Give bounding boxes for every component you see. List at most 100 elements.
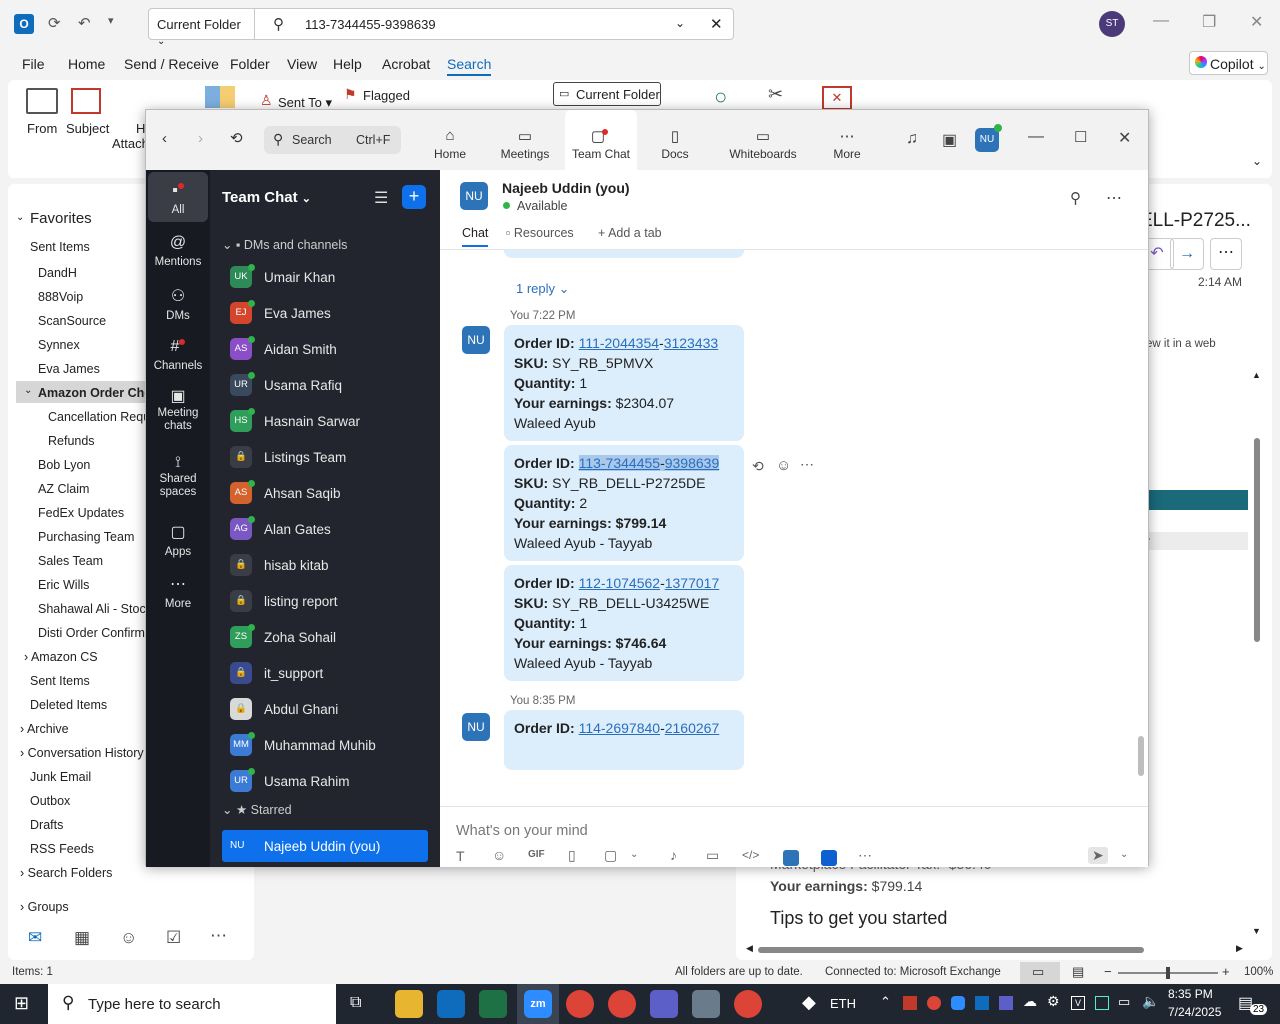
chrome-profile-icon[interactable] <box>608 990 636 1018</box>
menu-help[interactable]: Help <box>333 56 362 72</box>
zoom-out-icon[interactable]: − <box>1104 964 1112 979</box>
h-scroll-thumb[interactable] <box>758 947 1144 953</box>
tray-chevron-icon[interactable]: ⌃ <box>880 994 891 1010</box>
tab-meetings[interactable]: ▭ Meetings <box>494 110 556 170</box>
order-link-part[interactable]: 2160267 <box>665 720 720 736</box>
close-icon[interactable]: ✕ <box>1118 128 1131 148</box>
order-link-part-highlighted[interactable]: 9398639 <box>664 455 720 471</box>
outlook-search-input[interactable]: ⚲ 113-7344455-9398639 ⌄ ✕ <box>255 8 734 40</box>
acrobat-tray-icon[interactable] <box>903 996 917 1010</box>
order-link-part[interactable]: 112-1074562 <box>579 575 660 591</box>
folder-item-expandable[interactable]: › Amazon CS <box>24 650 98 664</box>
excel-taskbar-icon[interactable] <box>479 990 507 1018</box>
message-scroll-thumb[interactable] <box>1138 736 1144 776</box>
subtab-resources[interactable]: ▫ Resources <box>506 226 574 240</box>
close-search-icon[interactable]: ✕ <box>822 86 852 110</box>
rail-more[interactable]: ⋯ More <box>146 574 210 610</box>
chrome-profile-2-icon[interactable] <box>734 990 762 1018</box>
new-chat-button[interactable]: + <box>402 185 426 209</box>
chrome-tray-icon[interactable] <box>927 996 941 1010</box>
chat-list-item[interactable]: UK Umair Khan <box>222 261 428 295</box>
security-icon[interactable]: ⚙ <box>1047 993 1060 1010</box>
reading-view-icon[interactable]: ▤ <box>1072 964 1084 980</box>
chat-list-item[interactable]: UR Usama Rafiq <box>222 369 428 403</box>
taskbar-clock[interactable]: 8:35 PM <box>1168 987 1213 1001</box>
reply-in-thread-icon[interactable]: ⟲ <box>752 458 764 475</box>
search-tools-icon[interactable]: ✂ <box>768 84 783 105</box>
chat-list-item[interactable]: AG Alan Gates <box>222 513 428 547</box>
rail-meeting-chats[interactable]: ▣ Meeting chats <box>146 389 210 433</box>
scroll-thumb[interactable] <box>1254 438 1260 642</box>
filter-icon[interactable]: ☰ <box>374 188 388 208</box>
folder-item[interactable]: Synnex <box>38 338 80 352</box>
forward-icon[interactable]: → <box>1170 238 1204 270</box>
chat-list-item[interactable]: EJ Eva James <box>222 297 428 331</box>
teams-tray-icon[interactable] <box>999 996 1013 1010</box>
scroll-left-icon[interactable]: ◀ <box>746 943 753 954</box>
outlook-tray-icon[interactable] <box>975 996 989 1010</box>
scroll-right-icon[interactable]: ▶ <box>1236 943 1243 954</box>
folder-item[interactable]: Sales Team <box>38 554 103 568</box>
folder-item[interactable]: Outbox <box>30 794 70 808</box>
folder-item[interactable]: Amazon Order Cho <box>38 386 152 400</box>
reading-scrollbar[interactable]: ▲ ▼ <box>1252 370 1262 942</box>
sync-icon[interactable]: ⟳ <box>48 14 61 32</box>
chat-list-item[interactable]: ZS Zoha Sohail <box>222 621 428 655</box>
message-bubble[interactable]: Order ID: 112-1074562-1377017 SKU: SY_RB… <box>504 565 744 681</box>
clear-search-icon[interactable]: ✕ <box>710 15 723 33</box>
taskbar-date[interactable]: 7/24/2025 <box>1168 1005 1221 1019</box>
minimize-icon[interactable]: — <box>1028 128 1044 146</box>
tab-team-chat[interactable]: ▢ Team Chat <box>565 110 637 170</box>
search-people-icon[interactable]: ○ <box>714 84 727 110</box>
tab-home[interactable]: ⌂ Home <box>426 110 474 170</box>
zoom-tray-icon[interactable] <box>951 996 965 1010</box>
message-bubble[interactable]: Order ID: 113-7344455-9398639 SKU: SY_RB… <box>504 445 744 561</box>
message-scrollbar[interactable] <box>1138 250 1144 806</box>
calculator-icon[interactable] <box>692 990 720 1018</box>
teams-icon[interactable] <box>650 990 678 1018</box>
rail-dms[interactable]: ⚇ DMs <box>146 286 210 322</box>
folder-item[interactable]: DandH <box>38 266 77 280</box>
folder-item[interactable]: Sent Items <box>30 674 90 688</box>
search-options-chevron-icon[interactable]: ⌄ <box>675 16 685 30</box>
folder-item[interactable]: Junk Email <box>30 770 91 784</box>
calendar-icon[interactable]: ▦ <box>74 928 90 948</box>
conversation-avatar[interactable]: NU <box>460 182 488 210</box>
folder-item[interactable]: Drafts <box>30 818 63 832</box>
order-link-part-highlighted[interactable]: 113-7344455 <box>578 455 661 471</box>
chat-list-item[interactable]: AS Aidan Smith <box>222 333 428 367</box>
menu-send-receive[interactable]: Send / Receive <box>124 56 219 72</box>
zoom-taskbar-button[interactable]: zm <box>517 984 559 1024</box>
menu-acrobat[interactable]: Acrobat <box>382 56 430 72</box>
rail-shared-spaces[interactable]: ⟟ Shared spaces <box>146 455 210 499</box>
forward-icon[interactable]: › <box>198 130 203 147</box>
folder-item[interactable]: Deleted Items <box>30 698 107 712</box>
favorites-header[interactable]: Favorites <box>30 210 92 227</box>
chat-list-item[interactable]: 🔒 hisab kitab <box>222 549 428 583</box>
rail-apps[interactable]: ▢ Apps <box>146 522 210 558</box>
folder-item-expandable[interactable]: › Conversation History <box>20 746 144 760</box>
close-icon[interactable]: ✕ <box>1250 12 1263 32</box>
outlook-taskbar-icon[interactable] <box>437 990 465 1018</box>
folder-item[interactable]: Eric Wills <box>38 578 89 592</box>
onedrive-icon[interactable]: ☁ <box>1023 993 1037 1010</box>
chat-list-item[interactable]: 🔒 Listings Team <box>222 441 428 475</box>
team-chat-title[interactable]: Team Chat ⌄ <box>222 189 311 206</box>
network-icon[interactable]: ▭ <box>1118 994 1130 1010</box>
chevron-down-icon[interactable]: ⌄ <box>24 385 32 396</box>
ribbon-from-button[interactable]: From <box>27 121 57 136</box>
file-explorer-icon[interactable] <box>395 990 423 1018</box>
thread-replies-link[interactable]: 1 reply ⌄ <box>516 281 570 297</box>
rail-channels[interactable]: # Channels <box>146 338 210 372</box>
menu-file[interactable]: File <box>22 56 45 72</box>
chat-list-item[interactable]: 🔒 Abdul Ghani <box>222 693 428 727</box>
chat-list-item[interactable]: HS Hasnain Sarwar <box>222 405 428 439</box>
menu-home[interactable]: Home <box>68 56 105 72</box>
taskbar-search-box[interactable]: ⚲ Type here to search <box>48 984 336 1024</box>
order-link-part[interactable]: 111-2044354 <box>579 335 659 351</box>
zoom-slider-thumb[interactable] <box>1166 967 1170 979</box>
chat-list-item[interactable]: UR Usama Rahim <box>222 765 428 799</box>
people-icon[interactable]: ☺ <box>120 928 137 948</box>
section-dms-header[interactable]: ⌄ ▪ DMs and channels <box>222 237 347 252</box>
history-icon[interactable]: ⟲ <box>230 129 243 147</box>
